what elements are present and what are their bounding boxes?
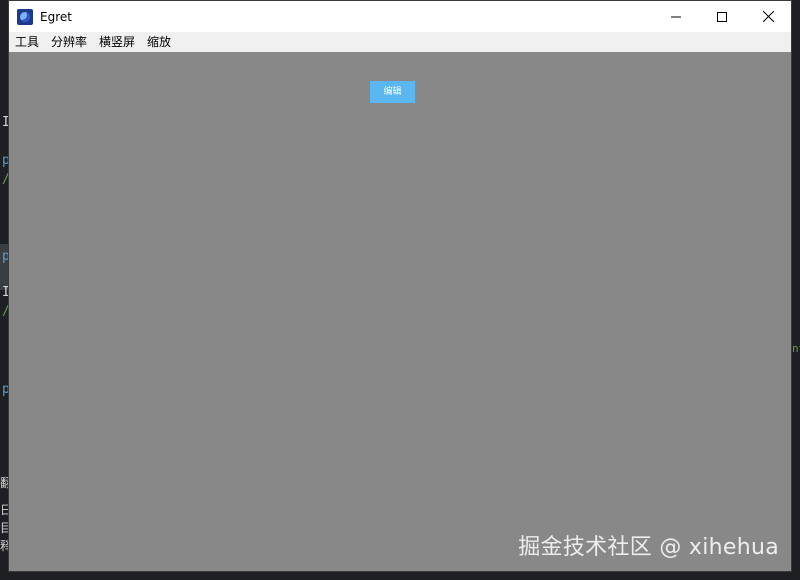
menu-item-resolution[interactable]: 分辨率 (45, 32, 93, 52)
egret-app-icon (17, 8, 33, 25)
background-text-fragment: nt (792, 342, 800, 355)
close-button[interactable] (745, 1, 791, 32)
maximize-icon (717, 11, 727, 22)
minimize-button[interactable] (653, 1, 699, 32)
title-bar[interactable]: Egret (9, 1, 791, 32)
watermark: 掘金技术社区 @ xihehua (518, 535, 779, 560)
maximize-button[interactable] (699, 1, 745, 32)
minimize-icon (671, 16, 681, 17)
game-canvas[interactable]: 编辑 掘金技术社区 @ xihehua (9, 52, 791, 571)
menu-item-orientation[interactable]: 横竖屏 (93, 32, 141, 52)
menu-bar: 工具 分辨率 横竖屏 缩放 (9, 32, 791, 52)
egret-window: Egret 工具 分辨率 横竖屏 缩放 编辑 掘金技术社区 @ xihehua (8, 0, 792, 572)
menu-item-zoom[interactable]: 缩放 (141, 32, 177, 52)
menu-item-tools[interactable]: 工具 (9, 32, 45, 52)
close-icon (762, 11, 774, 22)
window-controls (653, 1, 791, 32)
window-title: Egret (40, 9, 72, 24)
edit-button[interactable]: 编辑 (370, 81, 415, 103)
